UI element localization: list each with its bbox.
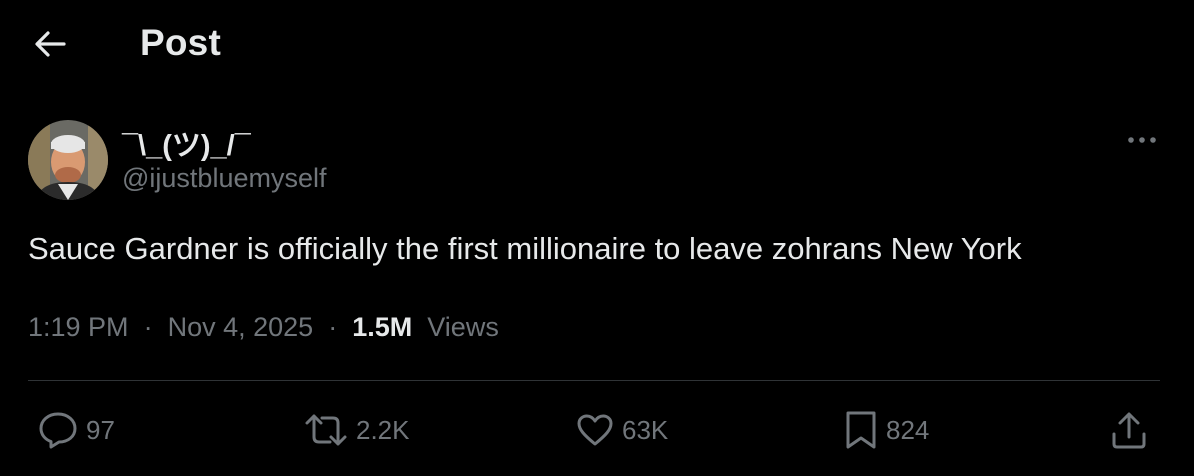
meta-separator: · — [136, 312, 161, 342]
repost-count: 2.2K — [356, 414, 410, 445]
post-time[interactable]: 1:19 PM — [28, 312, 129, 342]
share-button[interactable] — [1110, 408, 1148, 452]
avatar[interactable] — [28, 120, 108, 200]
views-label[interactable]: Views — [427, 312, 499, 342]
repost-icon — [304, 413, 348, 447]
author-display-name[interactable]: ¯\_(ツ)_/¯ — [122, 122, 251, 164]
share-icon — [1110, 410, 1148, 450]
heart-icon — [576, 413, 614, 447]
post-meta: 1:19 PM · Nov 4, 2025 · 1.5M Views — [28, 312, 499, 343]
bookmark-button[interactable]: 824 — [844, 408, 929, 452]
more-options-icon — [1128, 137, 1156, 143]
meta-separator: · — [320, 312, 345, 342]
reply-count: 97 — [86, 414, 115, 445]
reply-button[interactable]: 97 — [38, 408, 115, 452]
repost-button[interactable]: 2.2K — [304, 408, 410, 452]
author-handle[interactable]: @ijustbluemyself — [122, 163, 326, 194]
post-date[interactable]: Nov 4, 2025 — [168, 312, 314, 342]
post-header: Post — [0, 0, 1194, 88]
post-text: Sauce Gardner is officially the first mi… — [28, 231, 1022, 266]
arrow-left-icon — [35, 31, 66, 57]
back-button[interactable] — [30, 26, 70, 62]
more-options-button[interactable] — [1122, 124, 1162, 156]
bookmark-count: 824 — [886, 414, 930, 445]
like-button[interactable]: 63K — [576, 408, 668, 452]
page-title: Post — [140, 22, 221, 63]
bookmark-icon — [844, 410, 878, 450]
like-count: 63K — [622, 414, 669, 445]
reply-icon — [38, 411, 78, 449]
divider — [28, 380, 1160, 381]
views-count[interactable]: 1.5M — [352, 312, 420, 342]
